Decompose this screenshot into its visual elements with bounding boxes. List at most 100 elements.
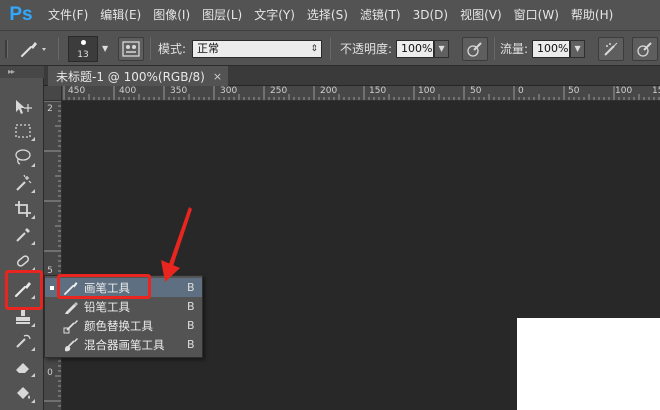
menu-3d[interactable]: 3D(D) (407, 0, 454, 30)
options-separator (150, 37, 151, 60)
clone-stamp-icon (16, 309, 30, 324)
paint-bucket-icon (17, 387, 30, 399)
tool-lasso[interactable] (9, 144, 37, 170)
airbrush-button[interactable] (598, 36, 624, 61)
options-separator (58, 37, 59, 60)
options-separator (330, 37, 331, 60)
opacity-dropdown-icon[interactable]: ▼ (434, 39, 450, 58)
app-logo[interactable]: Ps (0, 0, 42, 30)
brush-panel-icon (122, 40, 140, 57)
magic-wand-icon (16, 174, 32, 191)
brush-panel-button[interactable] (118, 36, 144, 61)
brush-dot-icon (81, 39, 86, 45)
tool-eyedropper[interactable] (9, 222, 37, 248)
airbrush-toggle[interactable] (598, 31, 624, 66)
ruler-label: 150 (369, 86, 387, 96)
mode-group: 模式: 正常 ⇕ (158, 31, 323, 66)
options-grip (4, 31, 10, 66)
ruler-label: 50 (470, 86, 482, 96)
eyedropper-icon (16, 228, 30, 242)
menu-type[interactable]: 文字(Y) (248, 0, 301, 30)
menu-file[interactable]: 文件(F) (42, 0, 94, 30)
ruler-label: 450 (68, 86, 86, 96)
menu-bar: Ps 文件(F) 编辑(E) 图像(I) 图层(L) 文字(Y) 选择(S) 滤… (0, 0, 660, 30)
tool-eraser[interactable] (9, 354, 37, 380)
toolbox: ▸▸ (0, 66, 44, 410)
tool-marquee[interactable] (9, 118, 37, 144)
ruler-label: 0 (518, 86, 524, 96)
close-icon[interactable]: × (213, 70, 222, 83)
opacity-input[interactable]: 100% (396, 39, 435, 58)
menu-window[interactable]: 窗口(W) (508, 0, 565, 30)
opacity-group: 不透明度: 100% ▼ (340, 31, 450, 66)
history-brush-icon (16, 334, 31, 348)
pressure-opacity-toggle[interactable] (462, 31, 488, 66)
brush-panel-toggle[interactable] (118, 31, 144, 66)
flyout-item-pencil[interactable]: 铅笔工具 B (45, 297, 202, 316)
pressure-opacity-button[interactable] (462, 36, 488, 61)
ruler-label: 250 (270, 86, 288, 96)
tool-crop[interactable] (9, 196, 37, 222)
ruler-label: 100 (615, 86, 633, 96)
tool-preset-picker[interactable] (18, 31, 48, 66)
document-canvas[interactable] (517, 318, 660, 410)
annotation-arrow-icon (161, 207, 192, 282)
document-tab[interactable]: 未标题-1 @ 100%(RGB/8) × (48, 66, 229, 86)
ruler-origin[interactable] (44, 86, 62, 101)
color-replacement-icon (63, 320, 78, 334)
lasso-icon (15, 149, 31, 165)
brush-tool-highlight (5, 270, 43, 310)
move-icon (16, 100, 32, 114)
menu-edit[interactable]: 编辑(E) (94, 0, 147, 30)
menu-image[interactable]: 图像(I) (147, 0, 196, 30)
ruler-label: 400 (119, 86, 137, 96)
flow-dropdown-icon[interactable]: ▼ (570, 39, 586, 58)
tool-magic-wand[interactable] (9, 170, 37, 196)
options-separator (494, 37, 495, 60)
pencil-icon (65, 302, 78, 314)
mode-value: 正常 (197, 41, 220, 55)
mode-label: 模式: (158, 42, 187, 56)
brush-size-value: 13 (77, 49, 89, 60)
pen-pressure-icon (467, 41, 482, 57)
grip-icon (5, 39, 8, 58)
brush-size-picker[interactable]: 13 ▼ (68, 31, 108, 66)
eraser-icon (16, 363, 29, 373)
ruler-label: 300 (220, 86, 238, 96)
selected-bullet-icon (50, 286, 54, 290)
menu-view[interactable]: 视图(V) (454, 0, 508, 30)
updown-icon: ⇕ (310, 43, 319, 54)
tool-move[interactable] (9, 94, 37, 120)
healing-brush-icon (16, 255, 30, 267)
mode-select[interactable]: 正常 ⇕ (192, 39, 323, 58)
flow-label: 流量: (500, 42, 529, 56)
flow-input[interactable]: 100% (532, 39, 571, 58)
tool-history-brush[interactable] (9, 328, 37, 354)
pen-pressure-size-icon (637, 41, 652, 57)
ruler-label: 150 (652, 86, 660, 96)
toolbox-collapse-icon[interactable]: ▸▸ (0, 66, 44, 78)
menu-select[interactable]: 选择(S) (301, 0, 354, 30)
flyout-shortcut: B (187, 319, 195, 332)
vertical-ruler[interactable]: 2 5 0 (44, 101, 62, 410)
pressure-size-button[interactable] (632, 36, 658, 61)
ruler-label: 2 (47, 104, 53, 114)
tool-paint-bucket[interactable] (9, 380, 37, 406)
ruler-label: 50 (568, 86, 580, 96)
menu-help[interactable]: 帮助(H) (565, 0, 619, 30)
options-bar: 13 ▼ 模式: 正常 ⇕ 不透明度: 100% ▼ 流量: 100% ▼ (0, 30, 660, 66)
menu-filter[interactable]: 滤镜(T) (354, 0, 407, 30)
document-tab-bar: 未标题-1 @ 100%(RGB/8) × (44, 66, 660, 86)
marquee-icon (15, 124, 31, 138)
ruler-label: 350 (170, 86, 188, 96)
pressure-size-toggle[interactable] (632, 31, 658, 66)
flyout-label: 铅笔工具 (84, 299, 130, 314)
flyout-item-color-replacement[interactable]: 颜色替换工具 B (45, 316, 202, 335)
ruler-label: 200 (320, 86, 338, 96)
flyout-item-mixer-brush[interactable]: 混合器画笔工具 B (45, 335, 202, 354)
brush-preset-icon (21, 41, 46, 57)
mixer-brush-icon (65, 338, 78, 352)
menu-layer[interactable]: 图层(L) (196, 0, 248, 30)
horizontal-ruler[interactable]: 450 400 350 300 250 200 150 100 50 0 50 … (62, 86, 660, 101)
chevron-down-icon[interactable]: ▼ (102, 44, 108, 53)
